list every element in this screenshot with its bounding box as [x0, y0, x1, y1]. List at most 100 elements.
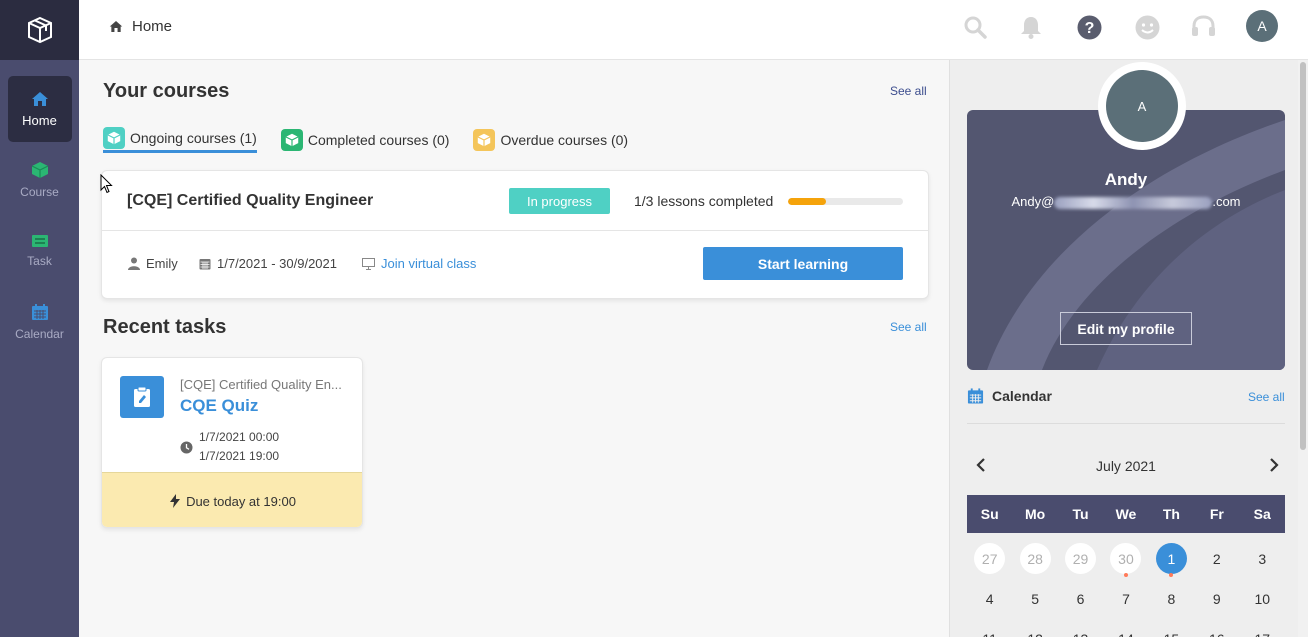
weekday-label: Su [980, 506, 999, 522]
task-name[interactable]: CQE Quiz [180, 396, 258, 416]
day-number: 10 [1254, 590, 1271, 607]
notification-button[interactable] [1018, 14, 1044, 40]
calendar-day[interactable]: 29 [1058, 543, 1103, 574]
next-month-button[interactable] [1269, 458, 1279, 472]
tab-label: Ongoing courses (1) [130, 130, 257, 146]
calendar-day[interactable]: 6 [1058, 583, 1103, 614]
sidebar-item-calendar[interactable]: Calendar [8, 289, 72, 355]
calendar-heading: Calendar [967, 387, 1052, 405]
calendar-day[interactable]: 2 [1194, 543, 1239, 574]
smile-icon [1135, 15, 1159, 39]
support-button[interactable] [1190, 14, 1216, 40]
start-learning-button[interactable]: Start learning [703, 247, 903, 280]
calendar-day[interactable]: 30 [1103, 543, 1148, 577]
tab-label: Overdue courses (0) [500, 132, 629, 148]
profile-avatar[interactable]: A [1098, 62, 1186, 150]
sidebar-item-label: Task [27, 254, 52, 268]
courses-see-all-link[interactable]: See all [890, 84, 927, 98]
weekday-label: Th [1162, 506, 1180, 522]
day-number: 2 [1212, 550, 1221, 567]
weekday-label: Sa [1253, 506, 1271, 522]
day-number: 29 [1065, 543, 1097, 574]
calendar-day[interactable]: 13 [1058, 623, 1103, 637]
calendar-day[interactable]: 4 [967, 583, 1012, 614]
top-header: Home ? A [79, 0, 1308, 60]
instructor-name: Emily [146, 256, 178, 271]
feedback-button[interactable] [1134, 14, 1160, 40]
calendar-day[interactable]: 10 [1240, 583, 1285, 614]
edit-profile-button[interactable]: Edit my profile [1060, 312, 1192, 345]
calendar-day[interactable]: 11 [967, 623, 1012, 637]
calendar-day[interactable]: 9 [1194, 583, 1239, 614]
due-text: Due today at 19:00 [186, 493, 296, 509]
search-button[interactable] [962, 14, 988, 40]
help-button[interactable]: ? [1076, 14, 1102, 40]
tab-label: Completed courses (0) [307, 132, 450, 148]
calendar-title: Calendar [992, 388, 1052, 404]
calendar-week-row: 11 12 13 14 15 16 17 [967, 623, 1285, 637]
task-course-name: [CQE] Certified Quality En... [180, 377, 342, 392]
calendar-day[interactable]: 27 [967, 543, 1012, 574]
course-dates-text: 1/7/2021 - 30/9/2021 [217, 256, 337, 271]
courses-heading: Your courses [103, 80, 230, 102]
due-banner: Due today at 19:00 [102, 472, 362, 527]
mouse-cursor-icon [100, 174, 113, 194]
tab-ongoing-courses[interactable]: Ongoing courses (1) [103, 126, 257, 153]
course-title[interactable]: [CQE] Certified Quality Engineer [127, 192, 373, 210]
day-number: 3 [1258, 550, 1267, 567]
calendar-icon [31, 304, 48, 320]
sidebar-item-course[interactable]: Course [8, 147, 72, 213]
calendar-day[interactable]: 7 [1103, 583, 1148, 614]
user-avatar[interactable]: A [1246, 10, 1278, 42]
tab-overdue-courses[interactable]: Overdue courses (0) [473, 126, 628, 154]
tasks-see-all-link[interactable]: See all [890, 320, 927, 334]
profile-avatar-initial: A [1106, 70, 1178, 142]
join-virtual-class-link[interactable]: Join virtual class [362, 256, 476, 271]
recent-tasks-heading: Recent tasks [103, 316, 227, 338]
calendar-day-today[interactable]: 1 [1149, 543, 1194, 577]
progress-bar [788, 198, 903, 205]
day-number: 1 [1155, 543, 1187, 574]
instructor: Emily [128, 256, 178, 271]
calendar-day[interactable]: 8 [1149, 583, 1194, 614]
calendar-icon [967, 388, 984, 404]
day-number: 14 [1110, 623, 1141, 637]
calendar-day[interactable]: 14 [1103, 623, 1148, 637]
calendar-day[interactable]: 12 [1012, 623, 1057, 637]
course-card[interactable]: [CQE] Certified Quality Engineer In prog… [101, 170, 929, 299]
avatar-initial: A [1257, 18, 1267, 34]
search-icon [964, 16, 987, 39]
calendar-day[interactable]: 15 [1149, 623, 1194, 637]
calendar-day[interactable]: 28 [1012, 543, 1057, 574]
calendar-day[interactable]: 3 [1240, 543, 1285, 574]
progress-text: 1/3 lessons completed [634, 193, 774, 209]
calendar-see-all-link[interactable]: See all [1248, 390, 1285, 404]
day-number: 30 [1110, 543, 1142, 574]
profile-email: Andy@ .com [967, 194, 1285, 209]
scrollbar-thumb[interactable] [1300, 62, 1306, 450]
day-number: 9 [1212, 590, 1221, 607]
cube-icon [31, 162, 48, 178]
calendar-day[interactable]: 17 [1240, 623, 1285, 637]
sidebar-item-home[interactable]: Home [7, 76, 72, 142]
lightning-icon [170, 494, 181, 508]
app: Home Course Task Calendar Home ? A Your … [0, 0, 1308, 637]
breadcrumb-label: Home [132, 18, 173, 35]
sidebar-item-task[interactable]: Task [8, 218, 72, 284]
calendar-week-row: 27 28 29 30 1 2 3 [967, 543, 1285, 577]
weekday-label: Mo [1025, 506, 1046, 522]
app-logo[interactable] [0, 0, 79, 60]
status-badge: In progress [509, 188, 610, 214]
home-icon [109, 21, 123, 32]
day-number: 13 [1065, 623, 1096, 637]
task-card[interactable]: [CQE] Certified Quality En... CQE Quiz 1… [101, 357, 363, 528]
day-number: 8 [1167, 590, 1176, 607]
tab-completed-courses[interactable]: Completed courses (0) [280, 126, 450, 154]
calendar-day[interactable]: 5 [1012, 583, 1057, 614]
join-virtual-class-label: Join virtual class [381, 256, 477, 271]
calendar-month: July 2021 [1096, 458, 1156, 474]
scrollbar[interactable] [1298, 60, 1308, 637]
calendar-day[interactable]: 16 [1194, 623, 1239, 637]
profile-name: Andy [1104, 170, 1148, 189]
weekday-header: Su Mo Tu We Th Fr Sa [967, 495, 1285, 533]
